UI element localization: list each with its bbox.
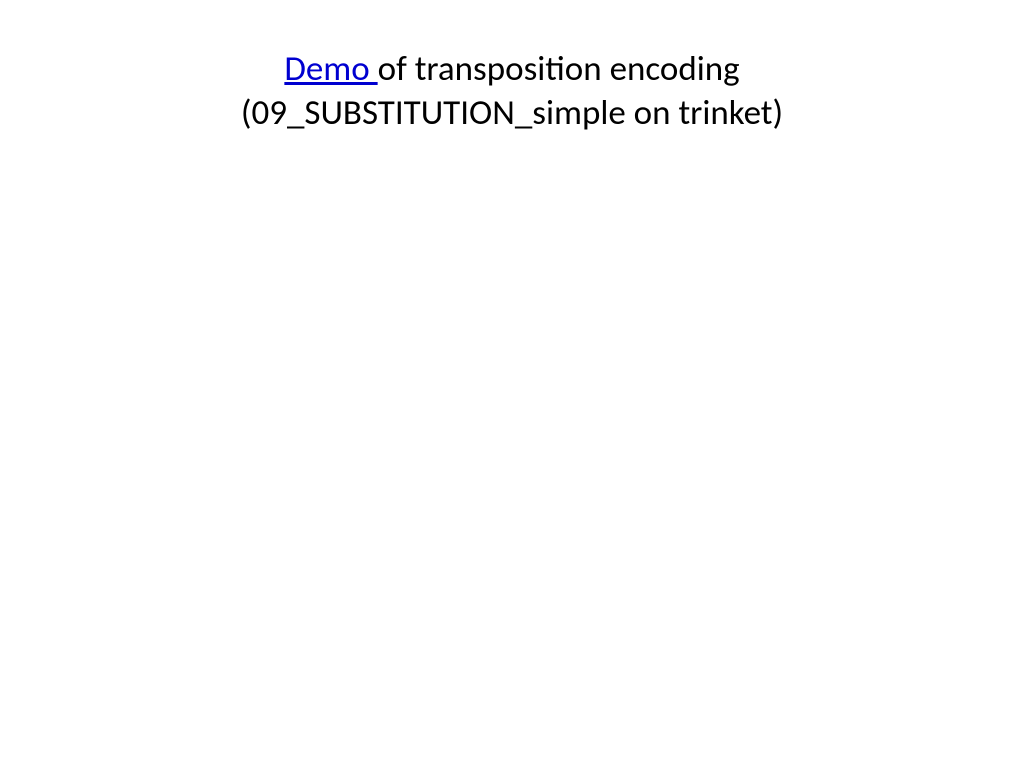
title-line-1: Demo of transposition encoding bbox=[0, 48, 1024, 92]
slide-title: Demo of transposition encoding (09_SUBST… bbox=[0, 48, 1024, 136]
title-line-2: (09_SUBSTITUTION_simple on trinket) bbox=[0, 92, 1024, 136]
slide: Demo of transposition encoding (09_SUBST… bbox=[0, 0, 1024, 768]
demo-link[interactable]: Demo bbox=[284, 48, 377, 90]
title-rest: of transposition encoding bbox=[378, 48, 740, 90]
